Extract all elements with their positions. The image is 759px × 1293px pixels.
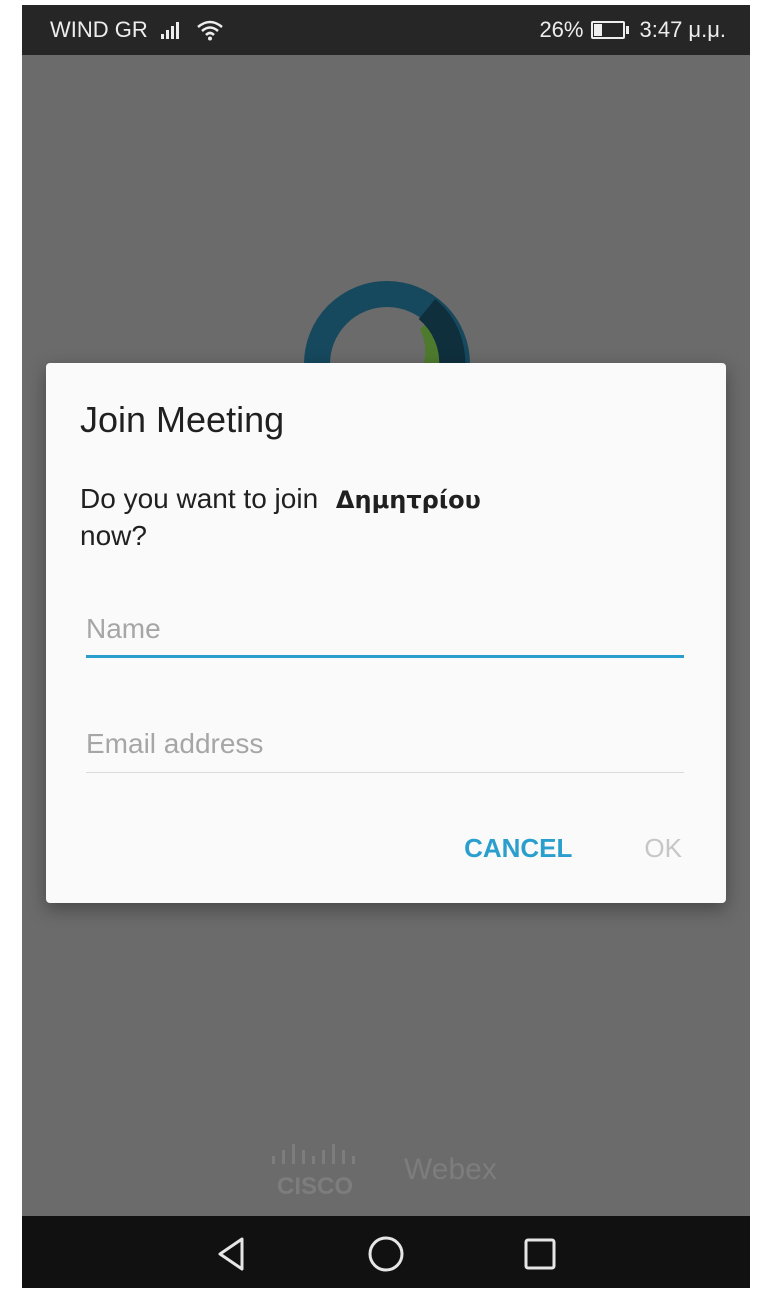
status-bar: WIND GR 26% 3:47 μ.μ. — [22, 5, 750, 55]
dialog-message: Do you want to join Δημητρίου now? — [80, 481, 680, 554]
dialog-actions: CANCEL OK — [464, 833, 682, 864]
battery-percent: 26% — [539, 17, 584, 42]
email-input[interactable] — [86, 728, 684, 760]
name-input[interactable] — [86, 613, 684, 645]
clock: 3:47 μ.μ. — [639, 17, 726, 42]
message-suffix: now? — [80, 520, 147, 551]
home-icon[interactable] — [366, 1234, 406, 1274]
name-field-underline — [86, 655, 684, 658]
status-right: 26% 3:47 μ.μ. — [539, 17, 726, 43]
phone-screen: WIND GR 26% 3:47 μ.μ. Join Meeting Do yo… — [22, 5, 750, 1288]
battery-fill — [594, 24, 603, 36]
battery-icon — [591, 21, 630, 39]
recents-icon[interactable] — [520, 1234, 560, 1274]
email-field-underline — [86, 772, 684, 773]
message-prefix: Do you want to join — [80, 483, 319, 514]
cisco-wordmark: CISCO — [277, 1173, 353, 1200]
join-meeting-dialog: Join Meeting Do you want to join Δημητρί… — [46, 363, 726, 903]
webex-wordmark: Webex — [404, 1153, 497, 1186]
dialog-title: Join Meeting — [80, 399, 285, 440]
navigation-bar — [22, 1216, 750, 1288]
email-field — [86, 728, 684, 773]
status-left: WIND GR — [50, 17, 224, 43]
signal-icon — [160, 22, 179, 39]
ok-button[interactable]: OK — [644, 833, 682, 864]
carrier-label: WIND GR — [50, 17, 148, 42]
meeting-host-name: Δημητρίου — [335, 486, 481, 514]
brand-footer: CISCO Webex — [268, 1140, 497, 1200]
cancel-button[interactable]: CANCEL — [464, 833, 572, 864]
name-field — [86, 613, 684, 658]
cisco-logo-icon: CISCO — [272, 1144, 355, 1200]
back-icon[interactable] — [212, 1234, 252, 1274]
wifi-icon — [196, 20, 223, 41]
